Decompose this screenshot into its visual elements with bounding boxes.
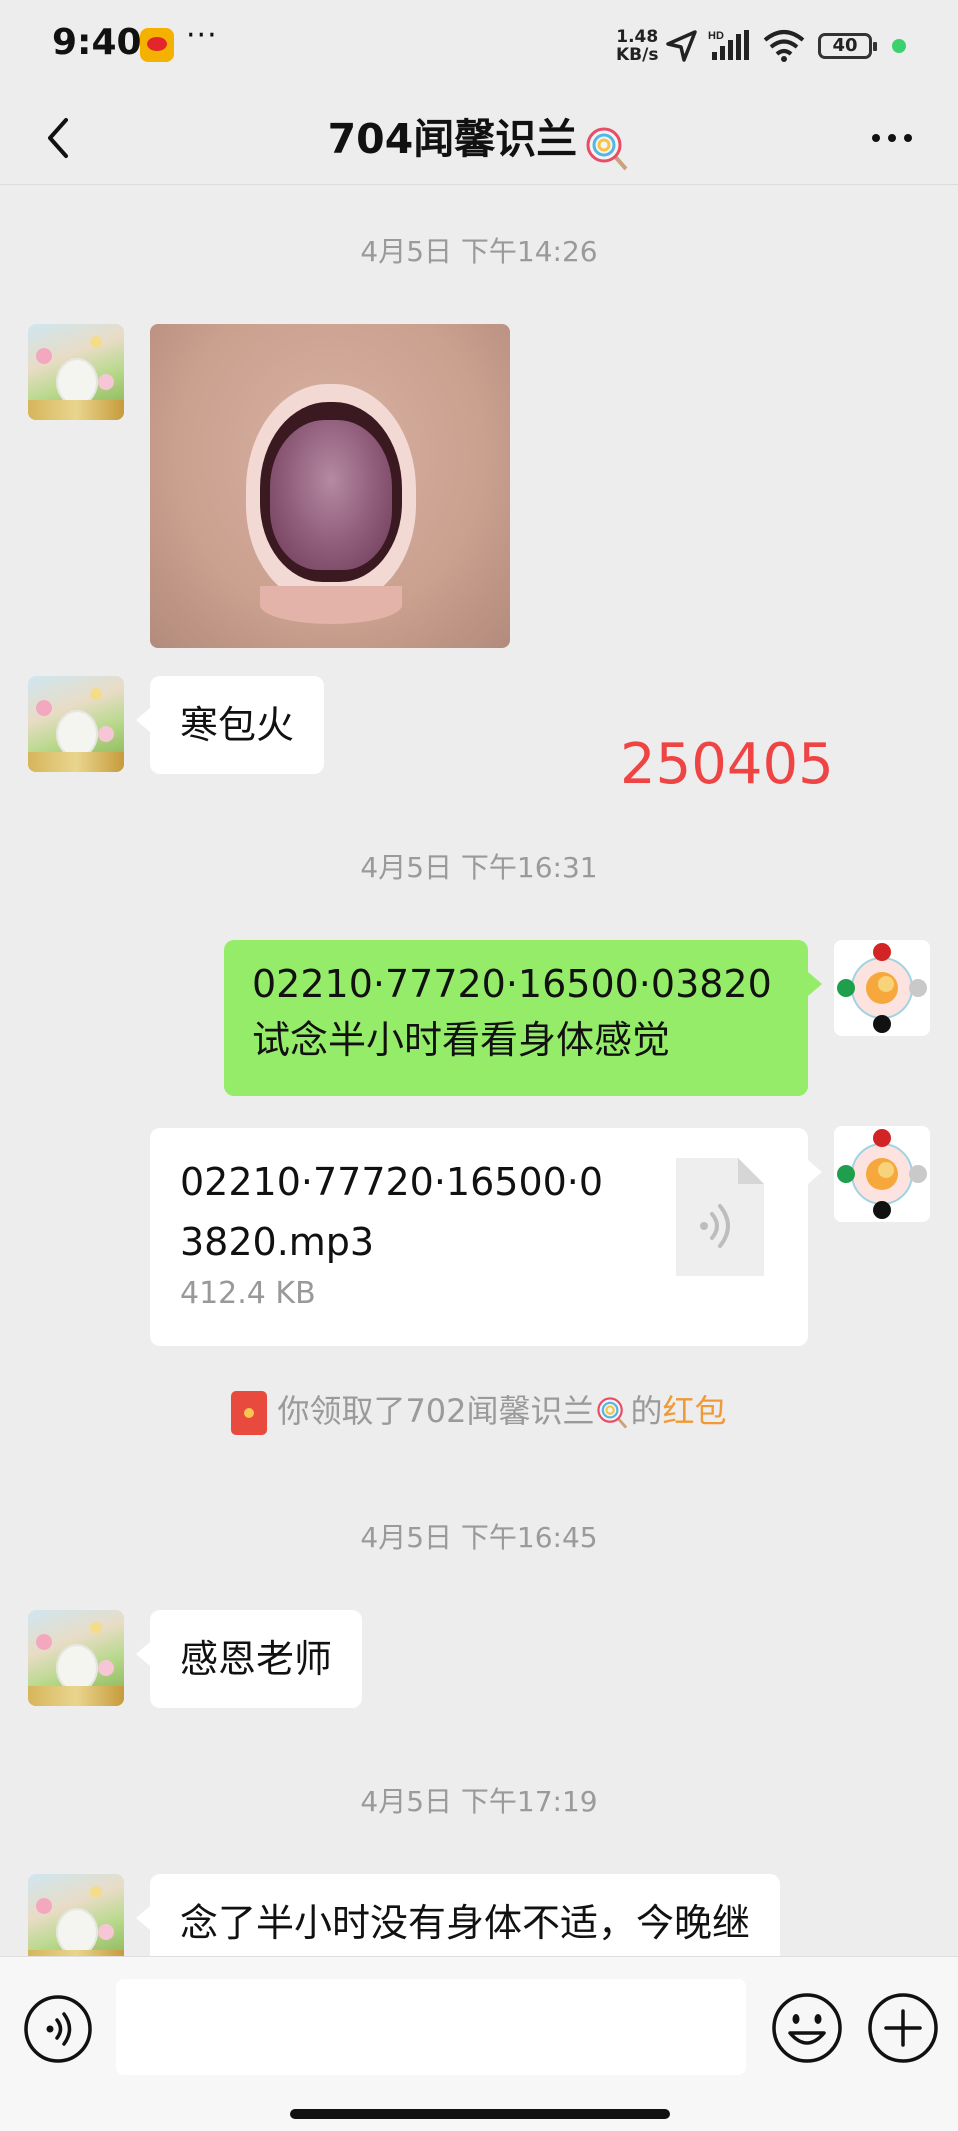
network-speed-value: 1.48	[616, 27, 659, 47]
stamp-number: 250405	[620, 732, 834, 797]
signal-icon: HD	[708, 30, 749, 60]
emoji-icon[interactable]	[770, 1991, 844, 2065]
timestamp: 4月5日 下午16:31	[360, 851, 598, 884]
more-options-button[interactable]	[862, 108, 922, 168]
sent-message-line: 02210·77720·16500·03820	[252, 962, 772, 1006]
redpacket-notice-text: 你领取了702闻馨识兰	[277, 1392, 595, 1430]
file-message-card[interactable]: 02210·77720·16500·03820.mp3 412.4 KB	[150, 1128, 822, 1346]
lollipop-emoji-icon	[596, 1397, 627, 1429]
network-speed-unit: KB/s	[616, 45, 659, 65]
chat-title-wrap: 704闻馨识兰	[0, 92, 958, 186]
chat-title: 704闻馨识兰	[327, 115, 578, 163]
my-avatar[interactable]	[834, 940, 930, 1036]
message-text: 感恩老师	[180, 1637, 333, 1681]
timestamp: 4月5日 下午16:45	[360, 1521, 598, 1554]
message-text: 念了半小时没有身体不适，今晚继	[180, 1901, 751, 1945]
weibo-icon	[140, 28, 174, 62]
status-more-dots: ···	[186, 18, 218, 53]
redpacket-notice-mid: 的	[630, 1392, 663, 1430]
received-message-bubble[interactable]: 寒包火	[135, 676, 325, 774]
privacy-dot	[892, 39, 906, 53]
svg-text:HD: HD	[708, 30, 724, 42]
input-bar	[0, 1956, 958, 2131]
timestamp: 4月5日 下午14:26	[360, 235, 598, 268]
redpacket-notice: 你领取了702闻馨识兰 的红包	[0, 1386, 958, 1435]
home-indicator[interactable]	[290, 2109, 670, 2119]
file-name: 02210·77720·16500·03820.mp3	[180, 1160, 604, 1264]
status-bar: 9:40 ··· 1.48 KB/s HD 40	[0, 0, 958, 92]
network-speed: 1.48 KB/s	[616, 28, 658, 64]
message-input[interactable]	[116, 1979, 746, 2075]
contact-avatar[interactable]	[28, 324, 124, 420]
sent-message-line: 试念半小时看看身体感觉	[252, 1018, 671, 1062]
back-button[interactable]	[30, 108, 90, 168]
audio-file-icon	[676, 1158, 764, 1276]
received-photo[interactable]	[150, 324, 510, 648]
message-text: 寒包火	[180, 703, 295, 747]
header-divider	[0, 184, 958, 185]
plus-circle-icon[interactable]	[866, 1991, 940, 2065]
my-avatar[interactable]	[834, 1126, 930, 1222]
battery-indicator: 40	[818, 33, 877, 59]
timestamp: 4月5日 下午17:19	[360, 1785, 598, 1818]
red-packet-icon	[231, 1391, 268, 1435]
location-arrow-icon	[666, 30, 697, 62]
received-message-bubble[interactable]: 感恩老师	[135, 1610, 363, 1708]
chat-header: 704闻馨识兰	[0, 92, 958, 186]
wifi-icon	[763, 30, 805, 62]
redpacket-link[interactable]: 红包	[663, 1392, 727, 1430]
voice-icon[interactable]	[22, 1993, 94, 2065]
sent-message-bubble[interactable]: 02210·77720·16500·03820 试念半小时看看身体感觉	[224, 940, 822, 1096]
contact-avatar[interactable]	[28, 1610, 124, 1706]
contact-avatar[interactable]	[28, 676, 124, 772]
lollipop-emoji-icon	[586, 127, 628, 170]
status-time: 9:40	[52, 22, 142, 63]
file-size: 412.4 KB	[180, 1276, 316, 1311]
